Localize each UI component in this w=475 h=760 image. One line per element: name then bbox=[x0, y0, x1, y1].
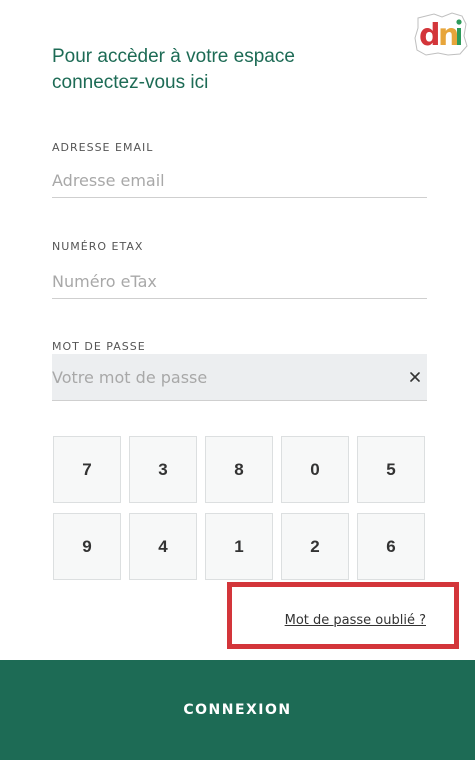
keypad-key[interactable]: 6 bbox=[357, 513, 425, 580]
dni-logo: d n bbox=[414, 12, 468, 56]
close-icon[interactable] bbox=[407, 369, 423, 385]
password-field[interactable] bbox=[52, 354, 382, 400]
keypad-key[interactable]: 0 bbox=[281, 436, 349, 503]
keypad-key[interactable]: 2 bbox=[281, 513, 349, 580]
page-title: Pour accèder à votre espace connectez-vo… bbox=[52, 46, 295, 93]
password-keypad: 7 3 8 0 5 9 4 1 2 6 bbox=[53, 436, 425, 582]
keypad-key[interactable]: 4 bbox=[129, 513, 197, 580]
keypad-key[interactable]: 7 bbox=[53, 436, 121, 503]
forgot-password-link[interactable]: Mot de passe oublié ? bbox=[285, 613, 426, 628]
password-label: MOT DE PASSE bbox=[52, 340, 146, 353]
keypad-key[interactable]: 8 bbox=[205, 436, 273, 503]
login-button[interactable]: CONNEXION bbox=[0, 660, 475, 760]
keypad-key[interactable]: 1 bbox=[205, 513, 273, 580]
etax-field[interactable] bbox=[52, 264, 427, 299]
forgot-password-highlight: Mot de passe oublié ? bbox=[227, 582, 459, 649]
keypad-key[interactable]: 5 bbox=[357, 436, 425, 503]
etax-label: NUMÉRO ETAX bbox=[52, 240, 144, 253]
email-field[interactable] bbox=[52, 163, 427, 198]
login-page: d n Pour accèder à votre espace connecte… bbox=[0, 0, 475, 760]
keypad-key[interactable]: 3 bbox=[129, 436, 197, 503]
password-container bbox=[52, 354, 427, 401]
svg-text:n: n bbox=[438, 18, 459, 53]
email-label: ADRESSE EMAIL bbox=[52, 141, 154, 154]
keypad-key[interactable]: 9 bbox=[53, 513, 121, 580]
